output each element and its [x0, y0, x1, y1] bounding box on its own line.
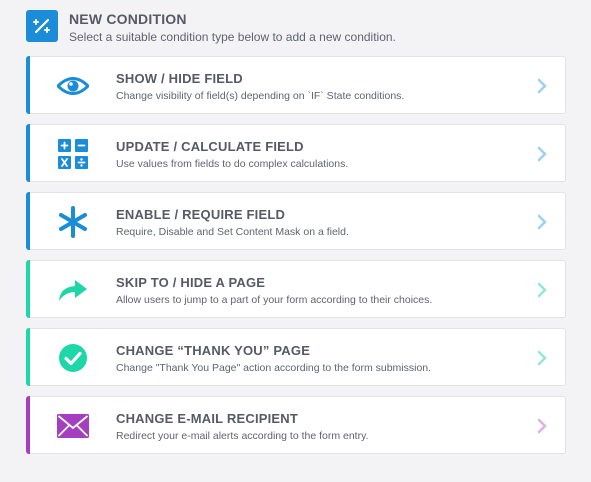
card-title: ENABLE / REQUIRE FIELD: [116, 207, 286, 222]
condition-card-update-calculate-field[interactable]: UPDATE / CALCULATE FIELD Use values from…: [26, 124, 566, 182]
chevron-right-icon: [537, 282, 547, 298]
chevron-right-icon: [537, 214, 547, 230]
condition-card-skip-to-hide-page[interactable]: SKIP TO / HIDE A PAGE Allow users to jum…: [26, 260, 566, 318]
panel-subtitle: Select a suitable condition type below t…: [69, 30, 396, 44]
card-title: CHANGE E-MAIL RECIPIENT: [116, 411, 299, 426]
card-title: SKIP TO / HIDE A PAGE: [116, 275, 266, 290]
chevron-right-icon: [537, 418, 547, 434]
panel-header: NEW CONDITION Select a suitable conditio…: [26, 10, 566, 44]
panel-title: NEW CONDITION: [69, 11, 187, 27]
card-description: Change visibility of field(s) depending …: [116, 90, 405, 102]
card-title: SHOW / HIDE FIELD: [116, 71, 243, 86]
asterisk-icon: [57, 206, 89, 238]
check-circle-icon: [57, 342, 89, 374]
card-accent: [26, 396, 30, 454]
card-description: Change "Thank You Page" action according…: [116, 362, 432, 374]
calculator-icon: [57, 138, 89, 170]
condition-card-enable-require-field[interactable]: ENABLE / REQUIRE FIELD Require, Disable …: [26, 192, 566, 250]
card-description: Allow users to jump to a part of your fo…: [116, 294, 433, 306]
eye-icon: [57, 70, 89, 102]
card-description: Redirect your e-mail alerts according to…: [116, 430, 369, 442]
card-description: Use values from fields to do complex cal…: [116, 158, 349, 170]
condition-card-show-hide-field[interactable]: SHOW / HIDE FIELD Change visibility of f…: [26, 56, 566, 114]
condition-card-change-thank-you-page[interactable]: CHANGE “THANK YOU” PAGE Change "Thank Yo…: [26, 328, 566, 386]
wand-icon: [26, 10, 58, 42]
share-arrow-icon: [57, 274, 89, 306]
card-title: CHANGE “THANK YOU” PAGE: [116, 343, 311, 358]
chevron-right-icon: [537, 350, 547, 366]
chevron-right-icon: [537, 78, 547, 94]
chevron-right-icon: [537, 146, 547, 162]
new-condition-panel: NEW CONDITION Select a suitable conditio…: [0, 0, 591, 482]
card-accent: [26, 260, 30, 318]
card-accent: [26, 124, 30, 182]
card-title: UPDATE / CALCULATE FIELD: [116, 139, 304, 154]
card-accent: [26, 56, 30, 114]
card-accent: [26, 192, 30, 250]
envelope-icon: [57, 410, 89, 442]
card-description: Require, Disable and Set Content Mask on…: [116, 226, 349, 238]
condition-card-change-email-recipient[interactable]: CHANGE E-MAIL RECIPIENT Redirect your e-…: [26, 396, 566, 454]
card-accent: [26, 328, 30, 386]
